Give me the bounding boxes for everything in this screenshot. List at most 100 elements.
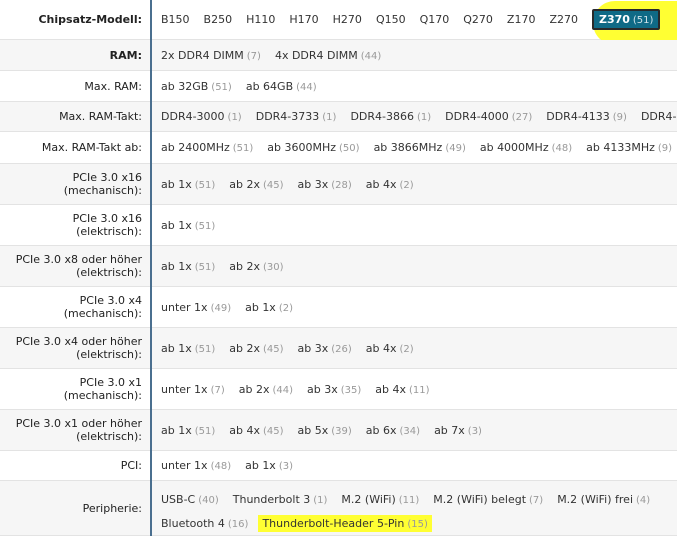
filter-option-unter-1x[interactable]: unter 1x (48) [161,459,231,472]
filter-option-h110[interactable]: H110 [246,13,275,26]
filter-option-ab-2x[interactable]: ab 2x (44) [239,383,293,396]
filter-option-ab-64gb[interactable]: ab 64GB (44) [246,80,317,93]
option-label: ab 32GB [161,79,209,93]
filter-option-m-2-wifi-belegt[interactable]: M.2 (WiFi) belegt (7) [433,493,543,506]
filter-option-ab-1x[interactable]: ab 1x (51) [161,342,215,355]
option-count: (51) [232,143,254,154]
filter-option-ab-1x[interactable]: ab 1x (3) [245,459,293,472]
filter-option-ddr4-3000[interactable]: DDR4-3000 (1) [161,110,242,123]
filter-option-2x-ddr4-dimm[interactable]: 2x DDR4 DIMM (7) [161,49,261,62]
filter-option-ab-3x[interactable]: ab 3x (26) [298,342,352,355]
filter-option-ab-3600mhz[interactable]: ab 3600MHz (50) [267,141,359,154]
filter-option-ab-1x[interactable]: ab 1x (51) [161,219,215,232]
option-label: ab 3x [297,177,329,191]
filter-label: PCIe 3.0 x1 oder höher (elektrisch): [0,410,148,450]
filter-option-4x-ddr4-dimm[interactable]: 4x DDR4 DIMM (44) [275,49,381,62]
filter-label: Max. RAM-Takt ab: [0,132,148,163]
option-count: (11) [398,494,420,506]
filter-label: RAM: [0,40,148,70]
filter-row-ram: RAM: 2x DDR4 DIMM (7) 4x DDR4 DIMM (44) [0,40,677,71]
filter-option-ab-1x[interactable]: ab 1x (2) [245,301,293,314]
option-label: ab 4x [375,382,406,396]
filter-option-ab-1x[interactable]: ab 1x (51) [161,178,215,191]
filter-label-text: PCIe 3.0 x8 oder höher [15,253,142,266]
filter-option-h270[interactable]: H270 [333,13,362,26]
option-count: (51) [211,81,232,93]
option-label: Thunderbolt-Header 5-Pin [262,516,405,530]
filter-option-ab-3x[interactable]: ab 3x (28) [298,178,352,191]
filter-option-ab-2x[interactable]: ab 2x (30) [229,260,283,273]
filter-option-ab-1x[interactable]: ab 1x (51) [161,260,215,273]
option-count: (2) [278,302,293,314]
option-count: (1) [313,494,328,506]
filter-option-bluetooth-4[interactable]: Bluetooth 4 (16) [161,517,248,530]
filter-option-ab-2x[interactable]: ab 2x (45) [229,342,283,355]
filter-option-z270[interactable]: Z270 [549,13,578,26]
option-label: Q170 [419,13,450,26]
filter-option-ab-4x[interactable]: ab 4x (2) [366,342,414,355]
option-label: unter 1x [161,300,208,314]
option-count: (27) [511,112,533,123]
option-label: ab 2x [229,177,260,191]
options-line: Bluetooth 4 (16) Thunderbolt-Header 5-Pin(… [161,511,677,535]
filter-option-thunderbolt-header-5-pin[interactable]: Thunderbolt-Header 5-Pin (15) [258,514,432,532]
filter-row-chipsatz-modell: Chipsatz-Modell: B150 B250 H110 H170 H270 Q150… [0,0,677,45]
filter-label-text: (elektrisch): [76,348,142,361]
filter-option-ddr4-4000[interactable]: DDR4-4000 (27) [445,110,532,123]
filter-option-ab-2x[interactable]: ab 2x (45) [229,178,283,191]
filter-option-thunderbolt-3[interactable]: Thunderbolt 3 (1) [233,493,328,506]
filter-option-ab-6x[interactable]: ab 6x (34) [366,424,420,437]
filter-option-m-2-wifi[interactable]: M.2 (WiFi) (11) [341,493,419,506]
filter-option-m-2-wifi-frei[interactable]: M.2 (WiFi) frei (4) [557,493,650,506]
filter-option-ab-4x[interactable]: ab 4x (45) [229,424,283,437]
filter-table: Chipsatz-Modell: B150 B250 H110 H170 H270 Q150… [0,0,677,536]
option-count: (51) [194,179,216,191]
filter-row-pcie-3-0-x1-oder-h-her-elektrisch: PCIe 3.0 x1 oder höher (elektrisch): ab 1x… [0,410,677,451]
filter-label-text: PCIe 3.0 x4 oder höher [15,335,142,348]
filter-row-pcie-3-0-x4-oder-h-her-elektrisch: PCIe 3.0 x4 oder höher (elektrisch): ab 1x… [0,328,677,369]
option-count: (49) [210,302,232,314]
filter-option-h170[interactable]: H170 [289,13,318,26]
filter-option-z370[interactable]: Z370 (51) [591,9,661,30]
filter-label-text: (elektrisch): [76,266,142,279]
filter-option-q170[interactable]: Q170 [420,13,450,26]
filter-option-ddr4-3866[interactable]: DDR4-3866 (1) [350,110,431,123]
filter-option-z170[interactable]: Z170 [507,13,536,26]
option-label: ab 5x [297,423,329,437]
filter-option-ab-7x[interactable]: ab 7x (3) [434,424,482,437]
filter-option-usb-c[interactable]: USB-C (40) [161,493,219,506]
filter-row-pci: PCI: unter 1x (48) ab 1x (3) [0,451,677,481]
filter-option-ddr4-4266[interactable]: DDR4-4266 [641,110,677,123]
filter-option-ab-1x[interactable]: ab 1x (51) [161,424,215,437]
filter-option-ab-4000mhz[interactable]: ab 4000MHz (48) [480,141,572,154]
filter-option-q270[interactable]: Q270 [463,13,493,26]
option-label: B250 [203,13,233,26]
option-count: (45) [263,425,284,437]
option-label: ab 1x [161,218,192,232]
option-label: ab 2x [238,382,270,396]
filter-option-ab-3x[interactable]: ab 3x (35) [307,383,361,396]
filter-options: ab 1x (51) [161,205,677,245]
filter-option-ab-2400mhz[interactable]: ab 2400MHz (51) [161,141,253,154]
option-count: (1) [227,112,242,123]
filter-option-ab-4x[interactable]: ab 4x (11) [375,383,429,396]
option-count: (51) [194,220,216,232]
option-label: unter 1x [161,459,208,472]
filter-option-ab-4x[interactable]: ab 4x (2) [366,178,414,191]
filter-label-text: Chipsatz-Modell: [38,13,142,26]
filter-option-unter-1x[interactable]: unter 1x (49) [161,301,231,314]
option-label: ab 1x [245,300,276,314]
option-label: Z170 [506,13,536,26]
option-label: ab 2400MHz [161,141,230,154]
filter-option-q150[interactable]: Q150 [376,13,406,26]
filter-option-b150[interactable]: B150 [161,13,190,26]
filter-option-ddr4-3733[interactable]: DDR4-3733 (1) [256,110,337,123]
filter-option-ab-32gb[interactable]: ab 32GB (51) [161,80,232,93]
filter-option-unter-1x[interactable]: unter 1x (7) [161,383,225,396]
filter-option-ab-4133mhz[interactable]: ab 4133MHz (9) [586,141,672,154]
filter-option-ab-5x[interactable]: ab 5x (39) [298,424,352,437]
filter-option-b250[interactable]: B250 [204,13,233,26]
filter-option-ab-3866mhz[interactable]: ab 3866MHz (49) [374,141,466,154]
option-count: (15) [407,518,428,530]
filter-option-ddr4-4133[interactable]: DDR4-4133 (9) [546,110,627,123]
